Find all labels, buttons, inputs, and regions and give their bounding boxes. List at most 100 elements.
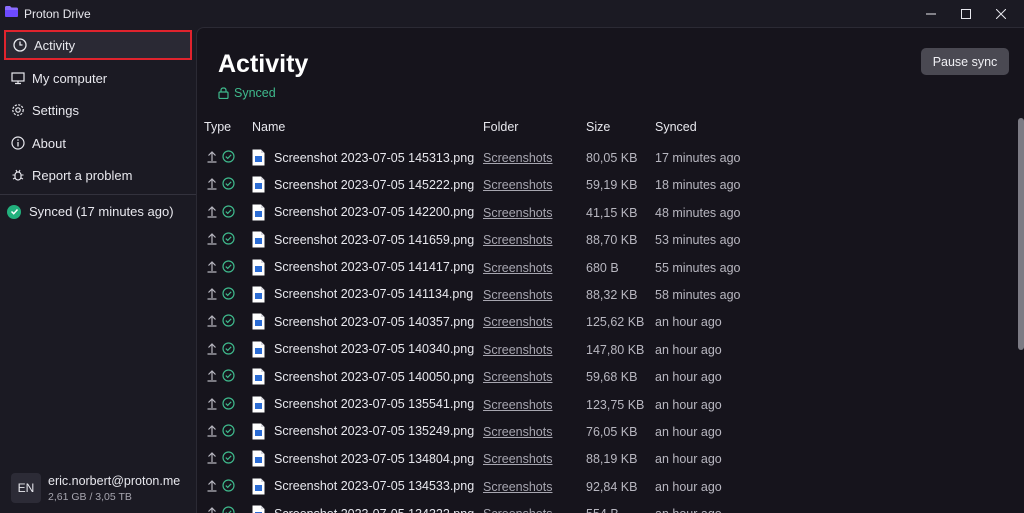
- sidebar-item-about[interactable]: About: [4, 128, 192, 158]
- folder-link[interactable]: Screenshots: [483, 343, 552, 357]
- name-cell[interactable]: Screenshot 2023-07-05 134322.png: [252, 505, 474, 513]
- table-row[interactable]: Screenshot 2023-07-05 145313.png Screens…: [197, 146, 1017, 173]
- type-cell: [206, 150, 235, 163]
- upload-icon: [207, 370, 217, 382]
- name-cell[interactable]: Screenshot 2023-07-05 135541.png: [252, 396, 474, 413]
- table-row[interactable]: Screenshot 2023-07-05 142200.png Screens…: [197, 201, 1017, 228]
- name-cell[interactable]: Screenshot 2023-07-05 141659.png: [252, 231, 474, 248]
- close-button[interactable]: [978, 0, 1024, 27]
- sidebar-item-activity[interactable]: Activity: [4, 30, 192, 60]
- sync-status-text: Synced (17 minutes ago): [29, 204, 174, 219]
- upload-icon: [207, 397, 217, 410]
- sync-status: Synced (17 minutes ago): [7, 204, 174, 219]
- table-row[interactable]: Screenshot 2023-07-05 134804.png Screens…: [197, 447, 1017, 474]
- table-row[interactable]: Screenshot 2023-07-05 141417.png Screens…: [197, 256, 1017, 283]
- upload-icon: [207, 315, 217, 327]
- folder-link[interactable]: Screenshots: [483, 370, 552, 384]
- sidebar-item-label: My computer: [32, 70, 108, 86]
- type-cell: [206, 451, 235, 464]
- table-row[interactable]: Screenshot 2023-07-05 141134.png Screens…: [197, 283, 1017, 310]
- sidebar-item-label: Report a problem: [32, 167, 133, 183]
- folder-link[interactable]: Screenshots: [483, 480, 552, 494]
- image-file-icon: [252, 478, 265, 495]
- maximize-icon: [961, 8, 971, 19]
- table-row[interactable]: Screenshot 2023-07-05 141659.png Screens…: [197, 228, 1017, 255]
- folder-link[interactable]: Screenshots: [483, 178, 552, 192]
- folder-link[interactable]: Screenshots: [483, 261, 552, 275]
- image-file-icon: [252, 341, 265, 358]
- sidebar-item-settings[interactable]: Settings: [4, 95, 192, 125]
- folder-link[interactable]: Screenshots: [483, 151, 552, 165]
- folder-link[interactable]: Screenshots: [483, 233, 552, 247]
- column-header-synced: Synced: [655, 120, 697, 134]
- check-circle-icon: [222, 232, 235, 245]
- synced-time: 18 minutes ago: [655, 178, 741, 193]
- folder-link[interactable]: Screenshots: [483, 315, 552, 329]
- bug-icon: [11, 168, 25, 182]
- proton-drive-logo-icon: [5, 6, 18, 17]
- file-name: Screenshot 2023-07-05 140050.png: [274, 369, 475, 384]
- sidebar-item-my-computer[interactable]: My computer: [4, 63, 192, 93]
- table-row[interactable]: Screenshot 2023-07-05 135541.png Screens…: [197, 393, 1017, 420]
- pause-sync-button[interactable]: Pause sync: [921, 48, 1009, 75]
- file-name: Screenshot 2023-07-05 141417.png: [274, 260, 475, 275]
- folder-link[interactable]: Screenshots: [483, 398, 552, 412]
- scrollbar-thumb[interactable]: [1018, 118, 1024, 350]
- upload-icon: [207, 452, 217, 464]
- upload-icon: [207, 342, 217, 355]
- file-name: Screenshot 2023-07-05 145313.png: [274, 150, 475, 165]
- folder-link[interactable]: Screenshots: [483, 425, 552, 439]
- name-cell[interactable]: Screenshot 2023-07-05 140357.png: [252, 313, 474, 330]
- table-row[interactable]: Screenshot 2023-07-05 134322.png Screens…: [197, 502, 1017, 513]
- column-header-folder: Folder: [483, 120, 519, 134]
- name-cell[interactable]: Screenshot 2023-07-05 141417.png: [252, 259, 474, 276]
- upload-icon: [207, 260, 217, 273]
- page-title: Activity: [218, 50, 309, 78]
- image-file-icon: [252, 450, 265, 467]
- table-row[interactable]: Screenshot 2023-07-05 140340.png Screens…: [197, 338, 1017, 365]
- upload-icon: [207, 205, 217, 218]
- gear-icon: [11, 103, 25, 117]
- name-cell[interactable]: Screenshot 2023-07-05 134533.png: [252, 478, 474, 495]
- sidebar: Activity My computer Settings About Repo…: [0, 27, 196, 513]
- activity-panel: Activity Synced Pause sync Type Name Fol…: [196, 27, 1024, 513]
- folder-link[interactable]: Screenshots: [483, 507, 552, 513]
- check-circle-icon: [222, 396, 235, 410]
- name-cell[interactable]: Screenshot 2023-07-05 140340.png: [252, 341, 474, 358]
- synced-time: 55 minutes ago: [655, 260, 741, 275]
- folder-link[interactable]: Screenshots: [483, 206, 552, 220]
- sidebar-item-report-a-problem[interactable]: Report a problem: [4, 160, 192, 190]
- file-name: Screenshot 2023-07-05 140340.png: [274, 342, 475, 357]
- upload-icon: [207, 288, 217, 300]
- type-cell: [206, 232, 235, 245]
- account-info[interactable]: EN eric.norbert@proton.me 2,61 GB / 3,05…: [11, 473, 180, 503]
- upload-icon: [207, 479, 217, 492]
- lock-icon: [218, 87, 229, 99]
- check-circle-icon: [222, 369, 235, 382]
- folder-link[interactable]: Screenshots: [483, 452, 552, 466]
- table-row[interactable]: Screenshot 2023-07-05 145222.png Screens…: [197, 173, 1017, 200]
- synced-time: an hour ago: [655, 315, 722, 330]
- table-row[interactable]: Screenshot 2023-07-05 140357.png Screens…: [197, 310, 1017, 337]
- type-cell: [206, 205, 235, 218]
- file-name: Screenshot 2023-07-05 141659.png: [274, 232, 475, 247]
- file-size: 554 B: [586, 507, 619, 513]
- type-cell: [206, 369, 235, 382]
- file-name: Screenshot 2023-07-05 135541.png: [274, 397, 475, 412]
- file-size: 88,19 KB: [586, 452, 638, 467]
- name-cell[interactable]: Screenshot 2023-07-05 141134.png: [252, 286, 473, 303]
- folder-link[interactable]: Screenshots: [483, 288, 552, 302]
- name-cell[interactable]: Screenshot 2023-07-05 134804.png: [252, 450, 474, 467]
- name-cell[interactable]: Screenshot 2023-07-05 145222.png: [252, 176, 474, 193]
- file-name: Screenshot 2023-07-05 140357.png: [274, 314, 475, 329]
- file-name: Screenshot 2023-07-05 134804.png: [274, 451, 475, 466]
- table-row[interactable]: Screenshot 2023-07-05 135249.png Screens…: [197, 420, 1017, 447]
- name-cell[interactable]: Screenshot 2023-07-05 140050.png: [252, 368, 474, 385]
- name-cell[interactable]: Screenshot 2023-07-05 145313.png: [252, 149, 474, 166]
- synced-time: an hour ago: [655, 507, 722, 513]
- table-row[interactable]: Screenshot 2023-07-05 140050.png Screens…: [197, 365, 1017, 392]
- check-circle-icon: [222, 314, 235, 327]
- name-cell[interactable]: Screenshot 2023-07-05 135249.png: [252, 423, 474, 440]
- name-cell[interactable]: Screenshot 2023-07-05 142200.png: [252, 204, 474, 221]
- table-row[interactable]: Screenshot 2023-07-05 134533.png Screens…: [197, 475, 1017, 502]
